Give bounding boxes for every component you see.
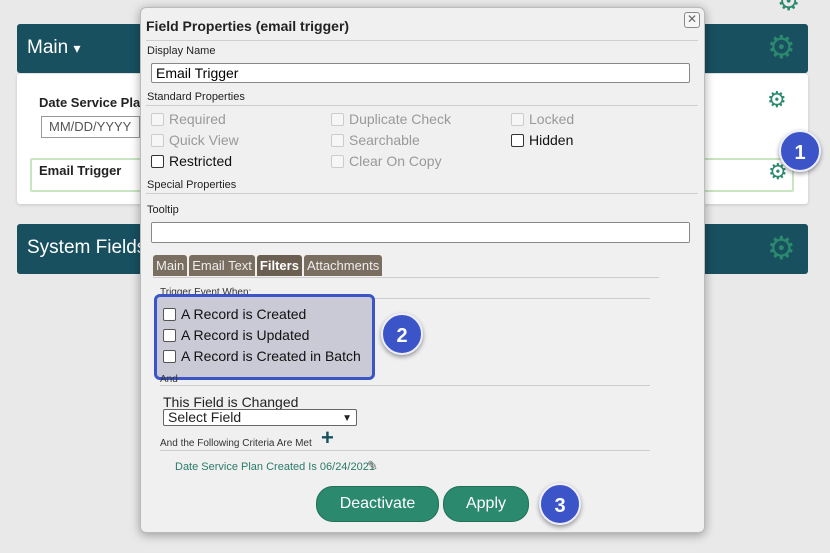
required-label: Required bbox=[169, 111, 226, 127]
gear-icon[interactable]: ⚙ bbox=[767, 89, 787, 111]
tab-underline bbox=[153, 277, 659, 278]
hidden-checkbox[interactable]: Hidden bbox=[511, 132, 573, 148]
special-properties-label: Special Properties bbox=[147, 179, 237, 191]
tooltip-textarea[interactable] bbox=[151, 222, 690, 243]
trigger-created-checkbox[interactable]: A Record is Created bbox=[163, 306, 306, 322]
hidden-label: Hidden bbox=[529, 132, 574, 148]
select-field-value: Select Field bbox=[168, 409, 242, 425]
locked-label: Locked bbox=[529, 111, 575, 127]
apply-button[interactable]: Apply bbox=[443, 486, 529, 522]
divider bbox=[146, 105, 698, 106]
annotation-badge-2: 2 bbox=[381, 313, 423, 355]
checkbox-box[interactable] bbox=[151, 112, 164, 126]
locked-checkbox[interactable]: Locked bbox=[511, 111, 574, 127]
divider bbox=[160, 450, 650, 451]
restricted-label: Restricted bbox=[169, 153, 233, 169]
criteria-item[interactable]: Date Service Plan Created Is 06/24/2021 bbox=[175, 461, 375, 473]
searchable-label: Searchable bbox=[349, 132, 420, 148]
gear-icon[interactable]: ⚙ bbox=[777, 0, 800, 14]
checkbox-box[interactable] bbox=[511, 133, 524, 147]
field-changed-label: This Field is Changed bbox=[163, 394, 299, 410]
tab-email-text[interactable]: Email Text bbox=[189, 255, 255, 276]
date-service-plan-input[interactable]: MM/DD/YYYY bbox=[41, 116, 140, 138]
trigger-updated-checkbox[interactable]: A Record is Updated bbox=[163, 327, 309, 343]
checkbox-box[interactable] bbox=[151, 154, 164, 168]
annotation-badge-1: 1 bbox=[779, 130, 821, 172]
dialog-title: Field Properties (email trigger) bbox=[146, 18, 350, 34]
gear-icon[interactable]: ⚙ bbox=[767, 31, 796, 63]
tab-main[interactable]: Main bbox=[153, 255, 188, 276]
date-service-plan-label: Date Service Pla bbox=[39, 95, 141, 110]
main-section-title: Main ▾ bbox=[27, 37, 81, 58]
quick-view-label: Quick View bbox=[169, 132, 239, 148]
tooltip-label: Tooltip bbox=[147, 204, 179, 216]
clear-on-copy-checkbox[interactable]: Clear On Copy bbox=[331, 153, 442, 169]
checkbox-box[interactable] bbox=[163, 328, 176, 342]
quick-view-checkbox[interactable]: Quick View bbox=[151, 132, 239, 148]
checkbox-box[interactable] bbox=[151, 133, 164, 147]
standard-properties-label: Standard Properties bbox=[147, 91, 245, 103]
add-criteria-icon[interactable]: + bbox=[321, 427, 334, 449]
tab-filters[interactable]: Filters bbox=[256, 255, 302, 276]
searchable-checkbox[interactable]: Searchable bbox=[331, 132, 420, 148]
divider bbox=[160, 385, 650, 386]
checkbox-box[interactable] bbox=[163, 349, 176, 363]
gear-icon[interactable]: ⚙ bbox=[767, 232, 796, 264]
trigger-batch-label: A Record is Created in Batch bbox=[181, 348, 361, 364]
system-fields-title: System Fields bbox=[27, 237, 147, 258]
chevron-down-icon: ▼ bbox=[342, 413, 352, 424]
divider bbox=[146, 193, 698, 194]
tab-attachments[interactable]: Attachments bbox=[303, 255, 383, 276]
checkbox-box[interactable] bbox=[331, 133, 344, 147]
clear-on-copy-label: Clear On Copy bbox=[349, 153, 442, 169]
checkbox-box[interactable] bbox=[331, 154, 344, 168]
checkbox-box[interactable] bbox=[163, 307, 176, 321]
and-label: And bbox=[160, 374, 178, 385]
deactivate-button[interactable]: Deactivate bbox=[316, 486, 439, 522]
required-checkbox[interactable]: Required bbox=[151, 111, 226, 127]
email-trigger-label: Email Trigger bbox=[39, 163, 122, 178]
restricted-checkbox[interactable]: Restricted bbox=[151, 153, 232, 169]
criteria-label: And the Following Criteria Are Met bbox=[160, 438, 312, 449]
checkbox-box[interactable] bbox=[331, 112, 344, 126]
trigger-created-label: A Record is Created bbox=[181, 306, 307, 322]
pencil-icon[interactable]: ✎ bbox=[367, 458, 378, 474]
checkbox-box[interactable] bbox=[511, 112, 524, 126]
display-name-input[interactable] bbox=[151, 63, 690, 83]
select-field-dropdown[interactable]: Select Field ▼ bbox=[163, 409, 357, 426]
trigger-updated-label: A Record is Updated bbox=[181, 327, 310, 343]
field-properties-dialog: Field Properties (email trigger) ✕ Displ… bbox=[140, 7, 705, 533]
display-name-label: Display Name bbox=[147, 45, 216, 57]
tab-bar: Main Email Text Filters Attachments bbox=[153, 255, 383, 276]
divider bbox=[146, 40, 698, 41]
trigger-batch-checkbox[interactable]: A Record is Created in Batch bbox=[163, 348, 361, 364]
annotation-badge-3: 3 bbox=[539, 483, 581, 525]
duplicate-check-checkbox[interactable]: Duplicate Check bbox=[331, 111, 451, 127]
close-icon[interactable]: ✕ bbox=[684, 12, 700, 28]
duplicate-check-label: Duplicate Check bbox=[349, 111, 451, 127]
